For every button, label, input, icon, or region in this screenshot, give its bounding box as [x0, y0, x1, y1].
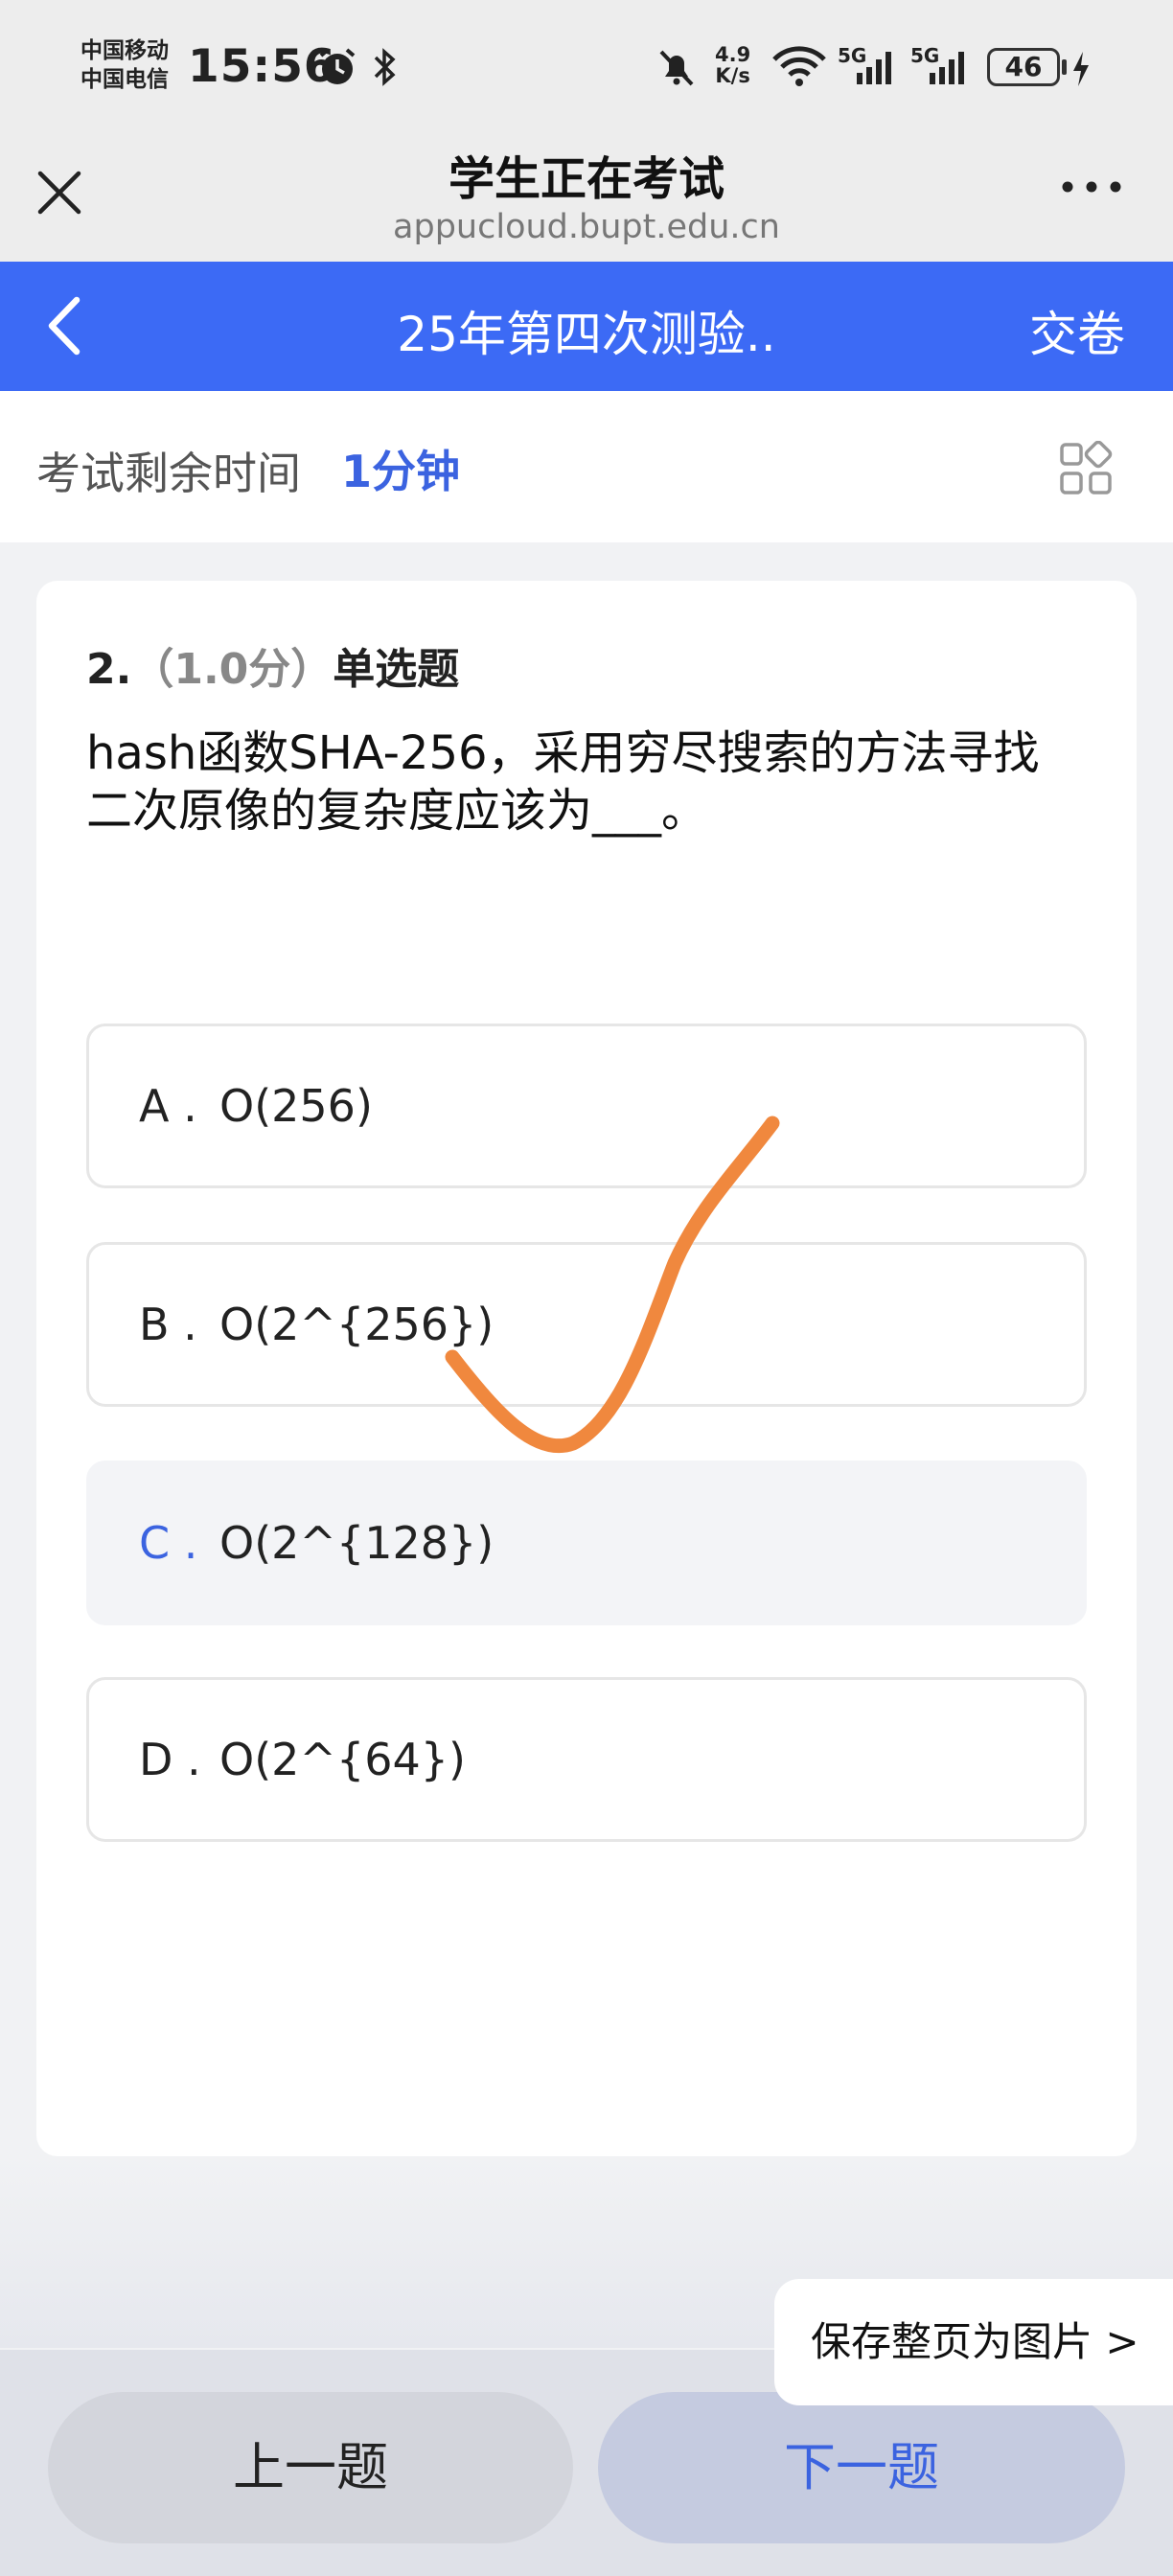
net-speed: 4.9 K/s [715, 44, 750, 86]
alarm-icon [319, 48, 356, 84]
question-score: （1.0分） [131, 645, 334, 694]
more-options-icon[interactable] [1060, 177, 1123, 196]
browser-title: 学生正在考试 [448, 152, 724, 206]
previous-question-button[interactable]: 上一题 [48, 2392, 573, 2543]
wifi-icon [772, 46, 826, 86]
option-letter: B . [139, 1299, 197, 1350]
submit-exam-button[interactable]: 交卷 [1029, 296, 1125, 365]
question-header: 2.（1.0分）单选题 [86, 634, 459, 696]
battery-indicator: 46 [987, 48, 1060, 86]
question-text: hash函数SHA-256，采用穷尽搜索的方法寻找二次原像的复杂度应该为___。 [86, 726, 1040, 838]
battery-tip [1062, 59, 1067, 75]
next-question-button[interactable]: 下一题 [598, 2392, 1125, 2543]
option-d[interactable]: D . O(2^{64}) [86, 1677, 1087, 1842]
timer-bar: 考试剩余时间 1分钟 [0, 391, 1173, 542]
status-bar: 中国移动 中国电信 15:56 4.9 K/s 5G 5G 46 [0, 0, 1173, 139]
answer-sheet-grid-icon[interactable] [1058, 441, 1114, 496]
browser-url: appucloud.bupt.edu.cn [393, 208, 780, 246]
net-speed-value: 4.9 [715, 43, 751, 66]
timer-value: 1分钟 [341, 446, 461, 497]
option-text: O(2^{256}) [219, 1299, 494, 1350]
option-text: O(2^{64}) [219, 1734, 466, 1785]
option-text: O(256) [219, 1080, 373, 1132]
charging-icon [1073, 52, 1089, 86]
save-page-as-image-button[interactable]: 保存整页为图片 > [774, 2279, 1173, 2405]
timer-label: 考试剩余时间 [36, 448, 301, 499]
option-c[interactable]: C . O(2^{128}) [86, 1460, 1087, 1625]
option-letter: C . [139, 1517, 198, 1569]
browser-header: 学生正在考试 appucloud.bupt.edu.cn [0, 139, 1173, 262]
mute-bell-icon [659, 50, 694, 86]
option-b[interactable]: B . O(2^{256}) [86, 1242, 1087, 1407]
net-speed-unit: K/s [715, 64, 750, 87]
option-a[interactable]: A . O(256) [86, 1024, 1087, 1188]
app-header: 25年第四次测验.. 交卷 [0, 262, 1173, 391]
exam-title: 25年第四次测验.. [397, 307, 776, 362]
carrier-1: 中国移动 [80, 38, 169, 63]
option-text: O(2^{128}) [219, 1517, 494, 1569]
signal-icon-2 [930, 52, 964, 84]
question-type: 单选题 [333, 645, 460, 694]
option-letter: D . [139, 1734, 201, 1785]
carrier-2: 中国电信 [80, 67, 169, 92]
bluetooth-icon [374, 48, 396, 86]
question-card: 2.（1.0分）单选题 hash函数SHA-256，采用穷尽搜索的方法寻找二次原… [36, 581, 1137, 2156]
carrier-info: 中国移动 中国电信 [80, 36, 169, 94]
clock: 15:56 [188, 40, 336, 93]
option-letter: A . [139, 1080, 197, 1132]
signal-icon-1 [857, 52, 891, 84]
question-number: 2. [86, 645, 132, 694]
